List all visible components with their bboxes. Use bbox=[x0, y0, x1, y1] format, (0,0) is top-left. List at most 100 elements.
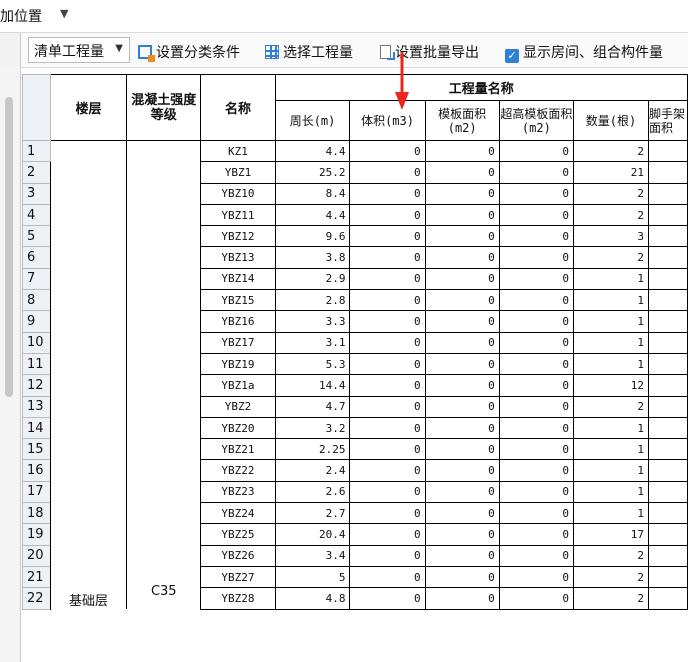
formwork-area-cell[interactable]: 0 bbox=[424, 523, 500, 546]
header-formwork-area[interactable]: 模板面积(m2) bbox=[424, 100, 500, 141]
header-volume[interactable]: 体积(m3) bbox=[349, 100, 426, 141]
count-cell[interactable]: 1 bbox=[572, 331, 650, 354]
scaffold-area-cell[interactable] bbox=[648, 374, 688, 397]
scaffold-area-cell[interactable] bbox=[648, 565, 688, 589]
volume-cell[interactable]: 0 bbox=[349, 310, 426, 333]
name-cell[interactable]: YBZ2 bbox=[200, 395, 276, 418]
high-formwork-area-cell[interactable]: 0 bbox=[498, 544, 574, 567]
perimeter-cell[interactable]: 3.4 bbox=[274, 544, 351, 567]
high-formwork-area-cell[interactable]: 0 bbox=[498, 352, 574, 376]
count-cell[interactable]: 1 bbox=[572, 310, 650, 333]
formwork-area-cell[interactable]: 0 bbox=[424, 395, 500, 418]
count-cell[interactable]: 1 bbox=[572, 352, 650, 376]
volume-cell[interactable]: 0 bbox=[349, 331, 426, 354]
count-cell[interactable]: 12 bbox=[572, 374, 650, 397]
volume-cell[interactable]: 0 bbox=[349, 502, 426, 525]
count-cell[interactable]: 2 bbox=[572, 246, 650, 269]
volume-cell[interactable]: 0 bbox=[349, 182, 426, 205]
count-cell[interactable]: 1 bbox=[572, 459, 650, 482]
perimeter-cell[interactable]: 9.6 bbox=[274, 225, 351, 248]
select-quantity-button[interactable]: 选择工程量 bbox=[265, 42, 353, 62]
formwork-area-cell[interactable]: 0 bbox=[424, 438, 500, 461]
formwork-area-cell[interactable]: 0 bbox=[424, 203, 500, 227]
floor-cell[interactable]: 基础层 bbox=[49, 140, 128, 610]
volume-cell[interactable]: 0 bbox=[349, 267, 426, 291]
header-count[interactable]: 数量(根) bbox=[572, 100, 650, 141]
formwork-area-cell[interactable]: 0 bbox=[424, 480, 500, 504]
scaffold-area-cell[interactable] bbox=[648, 310, 688, 333]
name-cell[interactable]: YBZ10 bbox=[200, 182, 276, 205]
name-cell[interactable]: YBZ11 bbox=[200, 203, 276, 227]
volume-cell[interactable]: 0 bbox=[349, 480, 426, 504]
name-cell[interactable]: YBZ20 bbox=[200, 416, 276, 440]
volume-cell[interactable]: 0 bbox=[349, 459, 426, 482]
perimeter-cell[interactable]: 2.25 bbox=[274, 438, 351, 461]
name-cell[interactable]: YBZ1a bbox=[200, 374, 276, 397]
volume-cell[interactable]: 0 bbox=[349, 523, 426, 546]
count-cell[interactable]: 17 bbox=[572, 523, 650, 546]
show-rooms-checkbox[interactable]: ✓ 显示房间、组合构件量 bbox=[505, 42, 663, 63]
header-concrete-grade[interactable]: 混凝土强度等级 bbox=[126, 74, 202, 141]
high-formwork-area-cell[interactable]: 0 bbox=[498, 289, 574, 312]
formwork-area-cell[interactable]: 0 bbox=[424, 310, 500, 333]
scaffold-area-cell[interactable] bbox=[648, 459, 688, 482]
count-cell[interactable]: 2 bbox=[572, 587, 650, 610]
perimeter-cell[interactable]: 8.4 bbox=[274, 182, 351, 205]
high-formwork-area-cell[interactable]: 0 bbox=[498, 374, 574, 397]
high-formwork-area-cell[interactable]: 0 bbox=[498, 480, 574, 504]
name-cell[interactable]: KZ1 bbox=[200, 139, 276, 163]
high-formwork-area-cell[interactable]: 0 bbox=[498, 246, 574, 269]
header-perimeter[interactable]: 周长(m) bbox=[274, 100, 351, 141]
formwork-area-cell[interactable]: 0 bbox=[424, 587, 500, 610]
perimeter-cell[interactable]: 3.2 bbox=[274, 416, 351, 440]
high-formwork-area-cell[interactable]: 0 bbox=[498, 310, 574, 333]
volume-cell[interactable]: 0 bbox=[349, 352, 426, 376]
scaffold-area-cell[interactable] bbox=[648, 246, 688, 269]
high-formwork-area-cell[interactable]: 0 bbox=[498, 565, 574, 589]
formwork-area-cell[interactable]: 0 bbox=[424, 289, 500, 312]
perimeter-cell[interactable]: 2.6 bbox=[274, 480, 351, 504]
perimeter-cell[interactable]: 4.8 bbox=[274, 587, 351, 610]
perimeter-cell[interactable]: 4.4 bbox=[274, 203, 351, 227]
volume-cell[interactable]: 0 bbox=[349, 587, 426, 610]
volume-cell[interactable]: 0 bbox=[349, 139, 426, 163]
formwork-area-cell[interactable]: 0 bbox=[424, 374, 500, 397]
formwork-area-cell[interactable]: 0 bbox=[424, 544, 500, 567]
concrete-grade-cell[interactable]: C35 bbox=[126, 140, 202, 610]
count-cell[interactable]: 2 bbox=[572, 139, 650, 163]
name-cell[interactable]: YBZ21 bbox=[200, 438, 276, 461]
scaffold-area-cell[interactable] bbox=[648, 289, 688, 312]
volume-cell[interactable]: 0 bbox=[349, 289, 426, 312]
formwork-area-cell[interactable]: 0 bbox=[424, 459, 500, 482]
name-cell[interactable]: YBZ25 bbox=[200, 523, 276, 546]
count-cell[interactable]: 2 bbox=[572, 565, 650, 589]
volume-cell[interactable]: 0 bbox=[349, 395, 426, 418]
count-cell[interactable]: 1 bbox=[572, 502, 650, 525]
name-cell[interactable]: YBZ28 bbox=[200, 587, 276, 610]
perimeter-cell[interactable]: 2.7 bbox=[274, 502, 351, 525]
count-cell[interactable]: 2 bbox=[572, 203, 650, 227]
formwork-area-cell[interactable]: 0 bbox=[424, 225, 500, 248]
formwork-area-cell[interactable]: 0 bbox=[424, 331, 500, 354]
perimeter-cell[interactable]: 25.2 bbox=[274, 161, 351, 184]
header-scaffold-area[interactable]: 脚手架面积 bbox=[648, 100, 688, 141]
scaffold-area-cell[interactable] bbox=[648, 161, 688, 184]
volume-cell[interactable]: 0 bbox=[349, 416, 426, 440]
add-position-menu[interactable]: 加位置 bbox=[0, 6, 42, 26]
count-cell[interactable]: 2 bbox=[572, 182, 650, 205]
count-cell[interactable]: 1 bbox=[572, 416, 650, 440]
name-cell[interactable]: YBZ1 bbox=[200, 161, 276, 184]
count-cell[interactable]: 3 bbox=[572, 225, 650, 248]
perimeter-cell[interactable]: 2.4 bbox=[274, 459, 351, 482]
perimeter-cell[interactable]: 2.8 bbox=[274, 289, 351, 312]
name-cell[interactable]: YBZ22 bbox=[200, 459, 276, 482]
high-formwork-area-cell[interactable]: 0 bbox=[498, 182, 574, 205]
name-cell[interactable]: YBZ19 bbox=[200, 352, 276, 376]
high-formwork-area-cell[interactable]: 0 bbox=[498, 438, 574, 461]
high-formwork-area-cell[interactable]: 0 bbox=[498, 502, 574, 525]
perimeter-cell[interactable]: 3.8 bbox=[274, 246, 351, 269]
volume-cell[interactable]: 0 bbox=[349, 544, 426, 567]
name-cell[interactable]: YBZ14 bbox=[200, 267, 276, 291]
high-formwork-area-cell[interactable]: 0 bbox=[498, 225, 574, 248]
count-cell[interactable]: 1 bbox=[572, 289, 650, 312]
